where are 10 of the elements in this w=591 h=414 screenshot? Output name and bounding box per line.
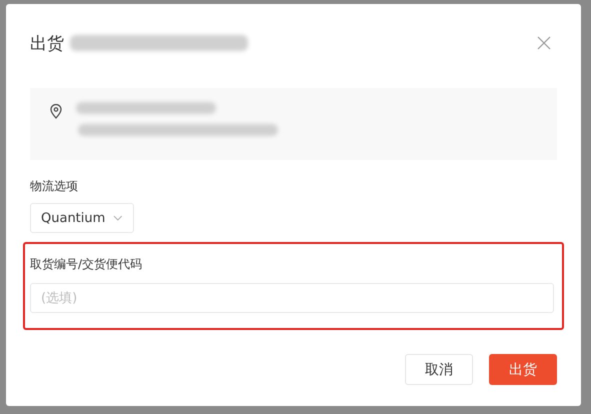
location-pin-icon	[50, 104, 62, 119]
ship-button[interactable]: 出货	[489, 354, 557, 385]
chevron-down-icon	[113, 215, 123, 221]
field-label: 取货编号/交货便代码	[30, 256, 144, 273]
pickup-code-field[interactable]: (选填)	[30, 283, 554, 313]
dialog-title: 出货	[30, 32, 64, 54]
field-label: 物流选项	[30, 178, 79, 195]
logistics-dropdown[interactable]: Quantium	[30, 203, 134, 233]
cancel-button[interactable]: 取消	[405, 354, 473, 385]
close-icon[interactable]	[537, 36, 551, 50]
